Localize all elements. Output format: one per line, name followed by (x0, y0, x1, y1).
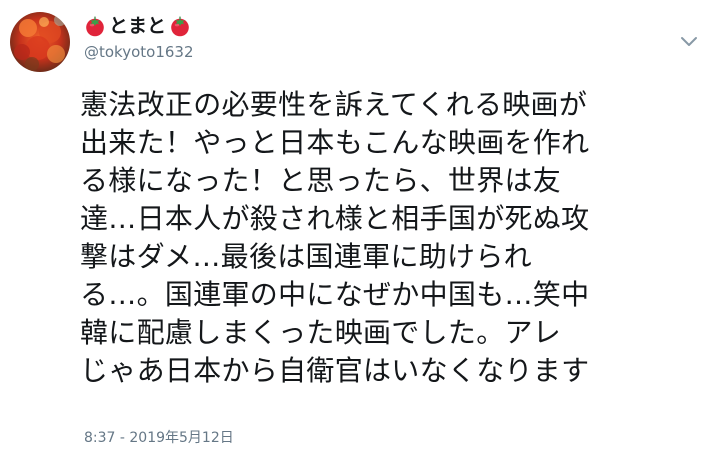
tweet-card: とまと @tokyoto1632 憲法改正の必要性を訴えてくれる映画が 出来た！… (0, 0, 712, 464)
tweet-text-line: 撃はダメ…最後は国連軍に助けられ (80, 240, 532, 273)
display-name-row[interactable]: とまと (84, 14, 194, 38)
tweet-text-line: る…。国連軍の中になぜか中国も…笑中 (80, 278, 590, 311)
tweet-menu-button[interactable] (680, 36, 698, 48)
tweet-text-line: じゃあ日本から自衛官はいなくなります (80, 354, 590, 387)
avatar[interactable] (10, 12, 70, 72)
tomato-icon (169, 15, 191, 37)
tweet-text-line: 韓に配慮しまくった映画でした。アレ (80, 316, 562, 349)
tweet-text-line: 達…日本人が殺され様と相手国が死ぬ攻 (80, 202, 590, 235)
tomato-icon (84, 15, 106, 37)
tweet-text-line: 出来た！やっと日本もこんな映画を作れ (80, 126, 590, 159)
user-handle[interactable]: @tokyoto1632 (84, 42, 194, 62)
tweet-timestamp[interactable]: 8:37 - 2019年5月12日 (84, 428, 234, 448)
tweet-text: 憲法改正の必要性を訴えてくれる映画が 出来た！やっと日本もこんな映画を作れ る様… (80, 86, 710, 390)
chevron-down-icon (681, 37, 697, 46)
display-name[interactable]: とまと (109, 14, 166, 38)
tweet-text-line: 憲法改正の必要性を訴えてくれる映画が (80, 88, 588, 121)
avatar-image (10, 12, 70, 72)
tweet-header: とまと @tokyoto1632 (84, 14, 194, 62)
tweet-text-line: る様になった！と思ったら、世界は友 (80, 164, 562, 197)
